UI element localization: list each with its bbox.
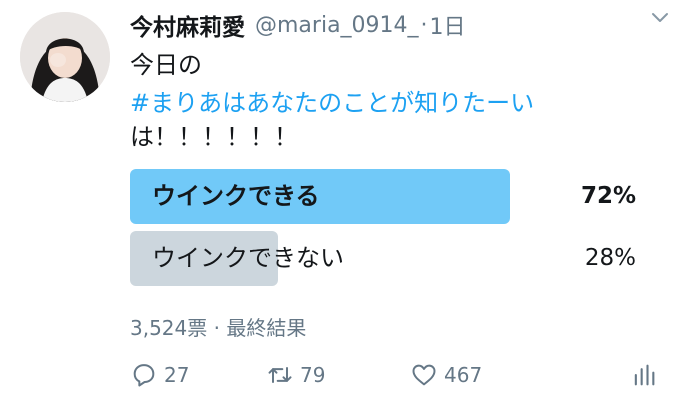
retweet-count: 79 [300,363,326,387]
poll-option-2: ウインクできない 28% [130,231,640,286]
reply-button[interactable]: 27 [130,358,189,392]
poll-option-label: ウインクできない [152,244,344,272]
poll-vote-summary: 3,524票 · 最終結果 [130,316,307,340]
hashtag-link[interactable]: #まりあはあなたのことが知りたーい [130,83,534,118]
poll-option-percent: 28% [584,245,636,271]
author-display-name[interactable]: 今村麻莉愛 [130,8,245,42]
header-separator: · [420,12,428,38]
tweet-timestamp[interactable]: 1日 [430,9,466,41]
retweet-icon [268,367,292,383]
like-button[interactable]: 467 [410,358,482,392]
like-count: 467 [444,363,483,387]
analytics-button[interactable] [630,358,664,392]
retweet-button[interactable]: 79 [266,358,325,392]
chevron-down-icon[interactable] [650,8,670,28]
poll-option-percent: 72% [580,183,636,209]
author-avatar[interactable] [20,12,110,102]
reply-count: 27 [164,363,190,387]
tweet-text-line: は！！！！！！ [130,123,298,151]
poll-option-1: ウインクできる 72% [130,169,640,224]
tweet-text-line: 今日の [130,51,202,79]
heart-icon [412,364,436,386]
author-handle[interactable]: @maria_0914_ [255,13,419,38]
tweet-header: 今村麻莉愛 @maria_0914_ · 1日 [130,8,675,42]
reply-icon [133,364,155,387]
tweet-actions: 27 79 467 [130,358,660,392]
avatar-photo-icon [20,12,110,102]
analytics-icon [634,364,655,386]
poll-option-label: ウインクできる [152,182,320,210]
